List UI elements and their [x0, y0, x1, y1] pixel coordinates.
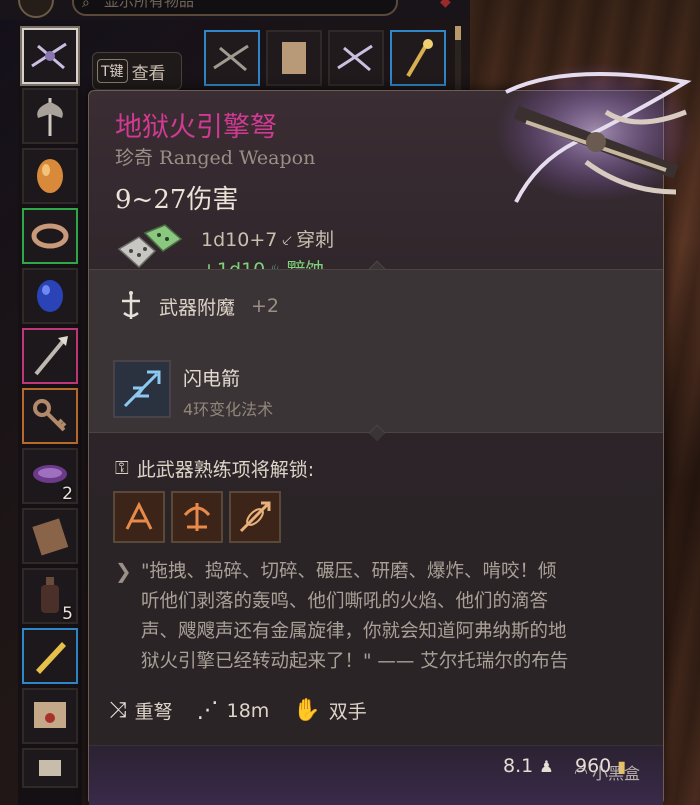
lightning-arrow-icon [123, 370, 161, 408]
tooltip-enchant-section: 武器附魔 +2 闪电箭 4环变化法术 [89, 269, 663, 433]
gold-staff-icon [406, 39, 433, 78]
piercing-shot-icon[interactable] [229, 491, 281, 543]
spell-slot[interactable] [113, 360, 171, 418]
inventory-slot[interactable]: 5 [22, 568, 78, 624]
inventory-slot[interactable] [22, 388, 78, 444]
weight-icon: ♟ [539, 756, 554, 776]
inventory-slot[interactable] [22, 28, 78, 84]
inventory-slot[interactable] [22, 508, 78, 564]
damage-dice: 1d10+7 [201, 229, 278, 251]
hotkey-badge: T键 [97, 59, 128, 83]
property-label: 重弩 [134, 701, 173, 723]
portrait-button[interactable] [18, 0, 54, 18]
item-rarity-type: 珍奇 Ranged Weapon [115, 147, 316, 169]
book-icon [32, 518, 69, 556]
sapphire-gem-icon [37, 280, 63, 312]
weapon-properties: ⤨ 重弩 ⋰ 18m ✋ 双手 [109, 697, 391, 724]
inventory-slot[interactable] [204, 30, 260, 86]
property-heavy-crossbow: ⤨ 重弩 [109, 697, 173, 724]
inventory-slot[interactable] [22, 328, 78, 384]
spell-level: 4环变化法术 [183, 400, 274, 419]
inventory-slot[interactable] [390, 30, 446, 86]
parchment-icon [282, 42, 306, 74]
ruby-icon: ◆ [440, 0, 451, 10]
search-input[interactable]: ⌕ 显示所有物品 [72, 0, 398, 16]
inventory-slot[interactable] [22, 268, 78, 324]
quote-line: 狱火引擎已经转动起来了！" —— 艾尔托瑞尔的布告 [141, 651, 569, 672]
letter-icon [34, 702, 66, 728]
quote-icon: ❯ [115, 559, 132, 583]
damage-type: 穿刺 [296, 229, 335, 251]
range-icon: ⋰ [196, 698, 219, 723]
item-count: 2 [62, 484, 73, 504]
spell-name: 闪电箭 [183, 368, 241, 390]
search-placeholder: 显示所有物品 [104, 0, 195, 10]
inventory-slot[interactable] [22, 88, 78, 144]
watermark-text: 小黑盒 [591, 764, 640, 783]
inventory-column: 2 5 [18, 24, 82, 805]
spear-icon [34, 336, 68, 376]
property-label: 双手 [328, 701, 367, 723]
dagger-icon [36, 642, 66, 674]
inventory-slot[interactable] [266, 30, 322, 86]
amber-gem-icon [37, 159, 63, 193]
property-label: 18m [226, 699, 270, 722]
crossbow-icon [337, 44, 373, 72]
brace-icon[interactable] [113, 491, 165, 543]
enchantment-label: 武器附魔 [159, 296, 236, 319]
toggle-view-button[interactable]: T键 查看 [92, 52, 182, 90]
enchantment-row: 武器附魔 +2 [115, 290, 279, 322]
weapon-enchant-icon [115, 290, 147, 322]
top-bar: ⌕ 显示所有物品 ◆ [0, 0, 470, 20]
scrollbar-thumb[interactable] [455, 26, 461, 40]
toggle-view-label: 查看 [131, 63, 166, 84]
property-two-handed: ✋ 双手 [293, 697, 366, 724]
inventory-slot[interactable]: 2 [22, 448, 78, 504]
quote-line: "拖拽、捣碎、切碎、碾压、研磨、爆炸、啃咬！倾 [141, 561, 557, 582]
lock-icon: ⚿ [115, 458, 129, 479]
inventory-slot[interactable] [22, 688, 78, 744]
crossbow-dark-icon [213, 44, 249, 72]
crossbow-icon [31, 42, 67, 70]
watermark: ◠ 小黑盒 [574, 760, 640, 784]
inventory-slot[interactable] [22, 208, 78, 264]
weight-value: 8.1 [503, 755, 534, 777]
inventory-scrollbar[interactable] [455, 26, 461, 96]
item-weight: 8.1 ♟ [503, 755, 554, 777]
search-icon: ⌕ [82, 0, 90, 11]
inventory-slot[interactable] [22, 628, 78, 684]
piercing-icon: ⸔ [280, 231, 294, 251]
key-icon [33, 399, 67, 432]
proficiency-actions [113, 491, 281, 543]
ring-icon [31, 223, 69, 249]
damage-line-piercing: 1d10+7 ⸔ 穿刺 [201, 225, 334, 252]
heavy-crossbow-icon: ⤨ [109, 698, 127, 723]
axe-icon [37, 98, 63, 136]
item-lore-quote: "拖拽、捣碎、切碎、碾压、研磨、爆炸、啃咬！倾 听他们剥落的轰鸣、他们嘶吼的火焰… [141, 557, 641, 677]
two-hands-icon: ✋ [293, 698, 321, 723]
proficiency-row: ⚿ 此武器熟练项将解锁: [115, 455, 314, 482]
scroll-icon [39, 760, 61, 776]
item-count: 5 [62, 604, 73, 624]
item-name: 地狱火引擎弩 [115, 112, 277, 143]
inventory-slot[interactable] [22, 748, 78, 788]
tooltip-proficiency-section: ⚿ 此武器熟练项将解锁: ❯ "拖拽、捣碎、切碎、碾压、研磨、爆炸、啃咬！倾 听… [89, 433, 663, 745]
quote-line: 听他们剥落的轰鸣、他们嘶吼的火焰、他们的滴答 [141, 591, 549, 612]
inventory-slot[interactable] [328, 30, 384, 86]
proficiency-label: 此武器熟练项将解锁: [136, 459, 315, 481]
prepare-icon[interactable] [171, 491, 223, 543]
enchantment-bonus: +2 [251, 295, 280, 317]
damage-range: 9~27伤害 [115, 185, 239, 215]
property-range: ⋰ 18m [197, 698, 270, 723]
quote-line: 声、飕飕声还有金属旋律，你就会知道阿弗纳斯的地 [141, 621, 567, 642]
watermark-logo-icon: ◠ [574, 762, 588, 782]
inventory-slot[interactable] [22, 148, 78, 204]
item-artwork-crossbow [496, 62, 696, 203]
